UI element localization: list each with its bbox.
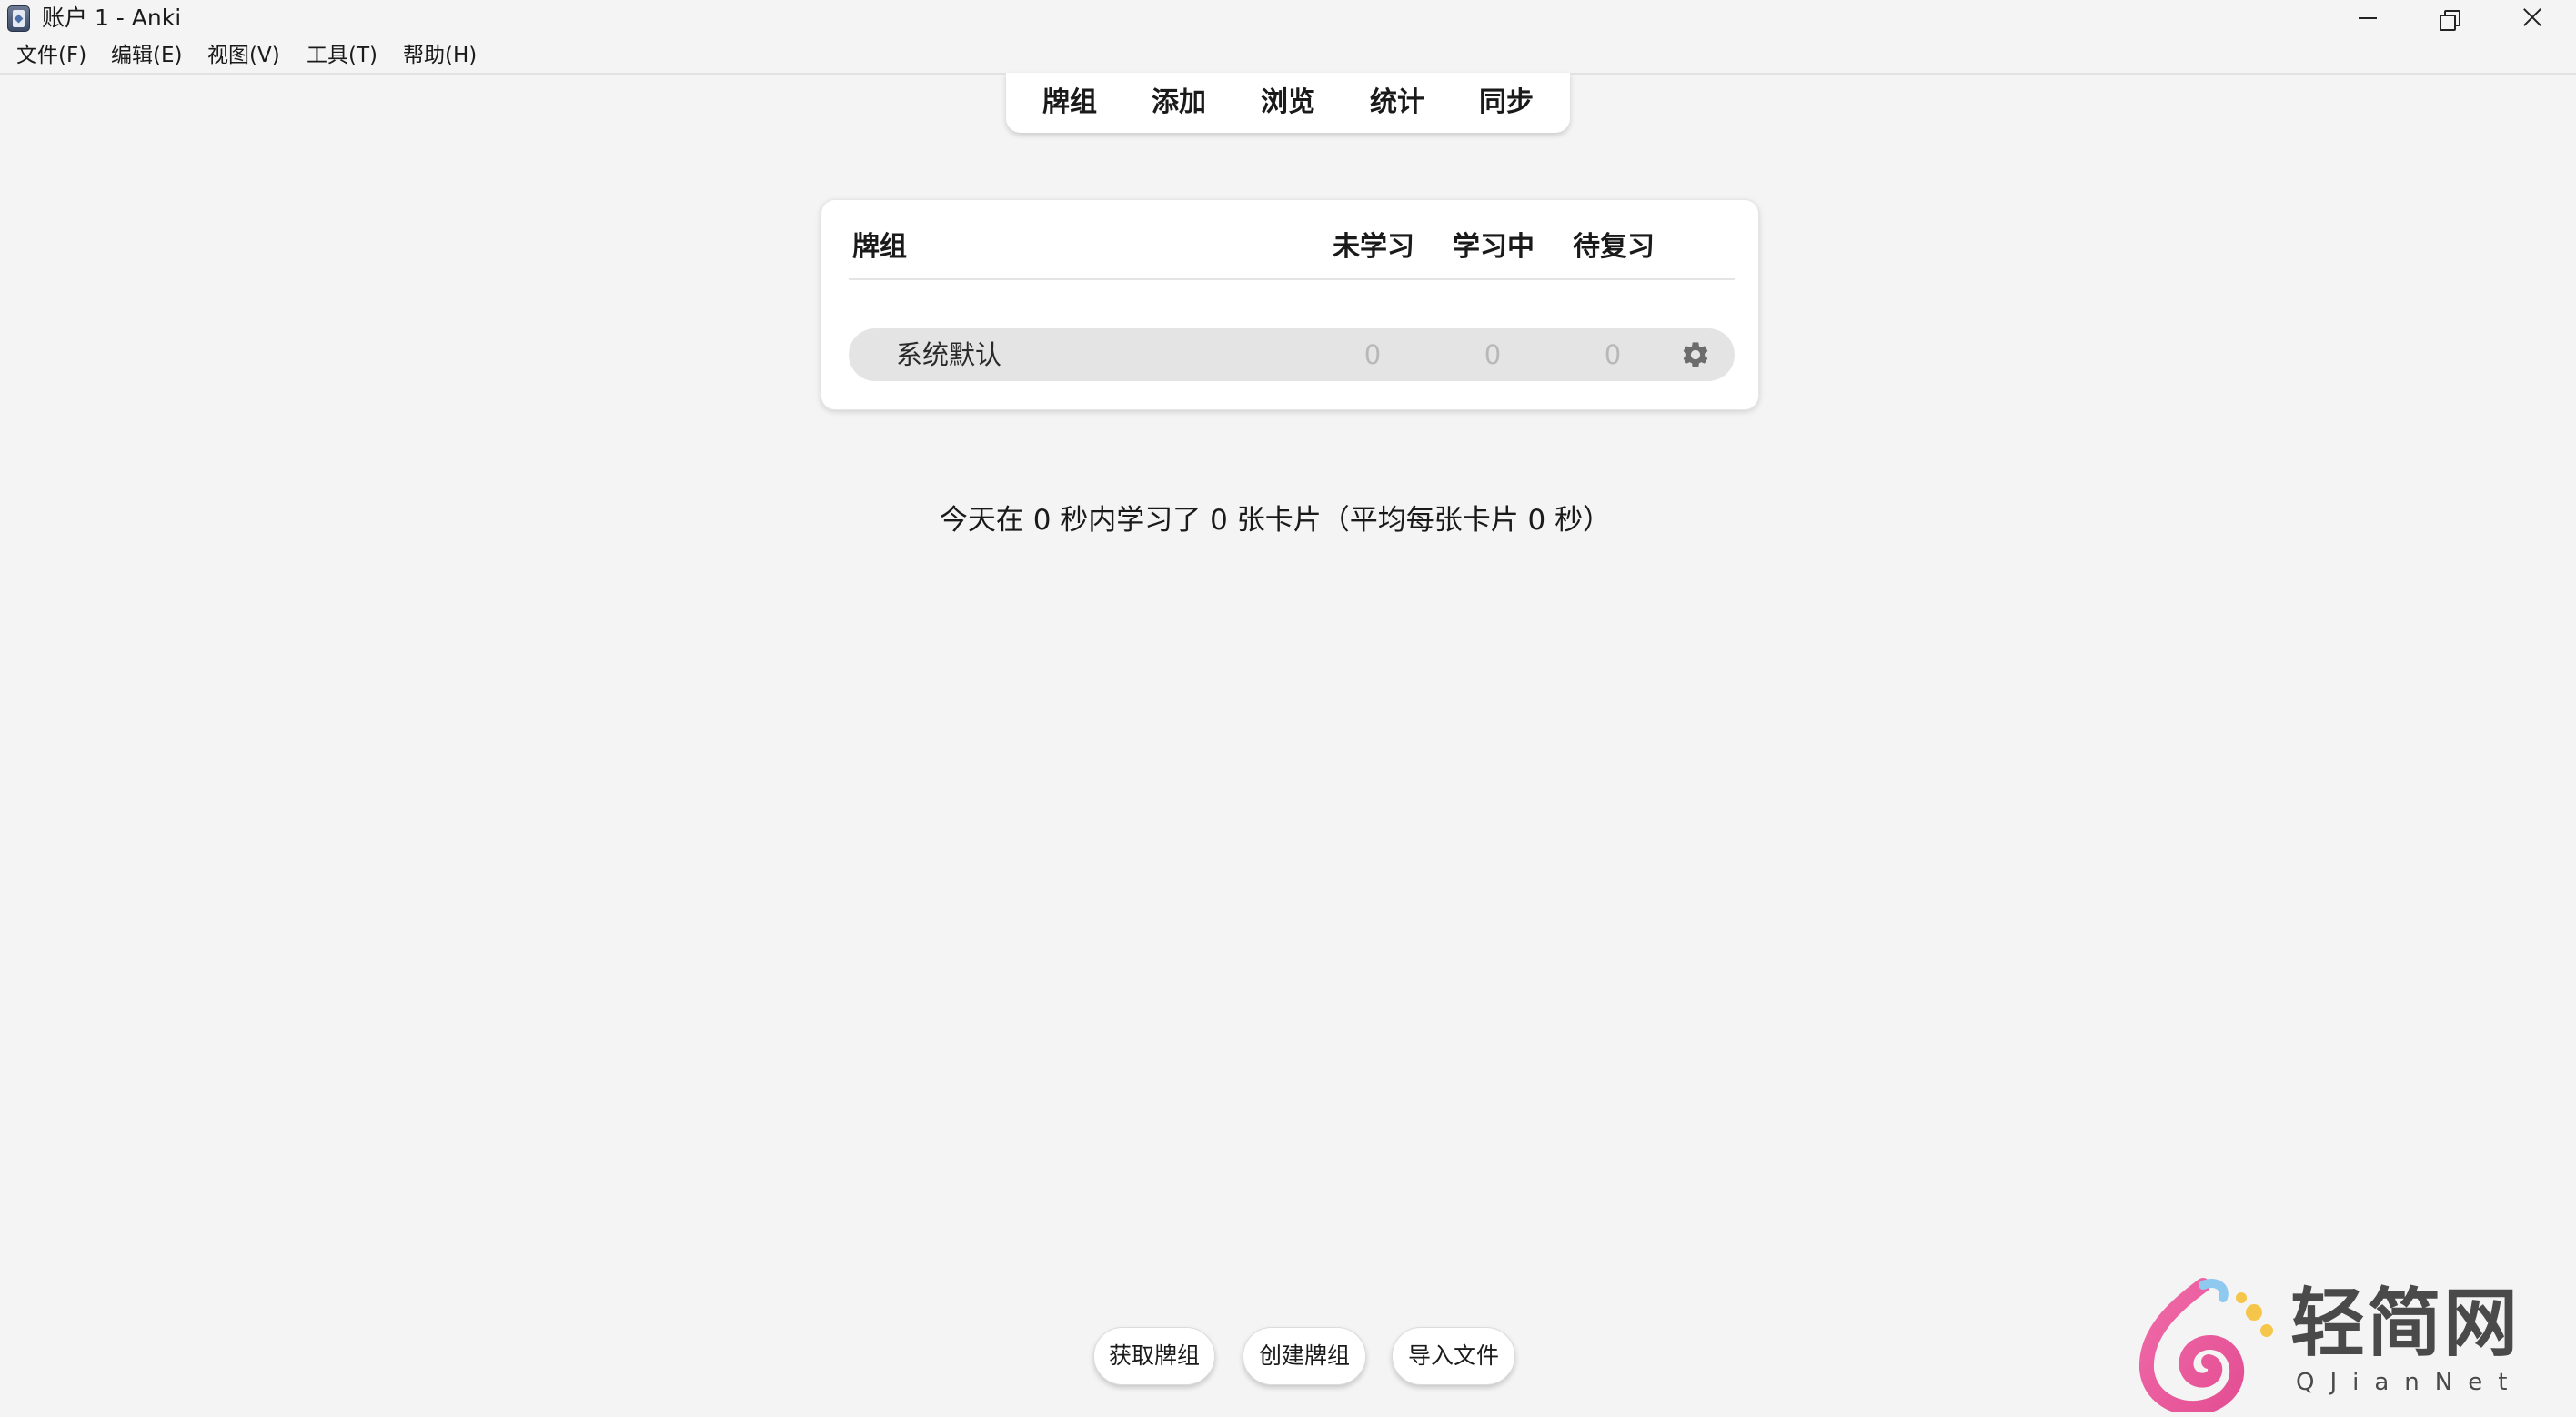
minimize-button[interactable] xyxy=(2327,0,2409,36)
main-toolbar: 牌组 添加 浏览 统计 同步 xyxy=(1006,73,1570,133)
create-deck-button[interactable]: 创建牌组 xyxy=(1243,1327,1366,1385)
deck-due-count: 0 xyxy=(1604,339,1622,370)
header-divider xyxy=(849,278,1735,280)
watermark-swirl-icon xyxy=(2138,1278,2273,1416)
restore-button[interactable] xyxy=(2409,0,2490,36)
menu-edit[interactable]: 编辑(E) xyxy=(111,42,182,69)
deck-column-header: 牌组 xyxy=(852,231,907,263)
menu-bar: 文件(F) 编辑(E) 视图(V) 工具(T) 帮助(H) xyxy=(0,38,2576,75)
menu-file[interactable]: 文件(F) xyxy=(16,42,86,69)
import-file-button[interactable]: 导入文件 xyxy=(1392,1327,1515,1385)
window-title: 账户 1 - Anki xyxy=(42,5,182,31)
new-column-header: 未学习 xyxy=(1333,231,1414,263)
learning-column-header: 学习中 xyxy=(1453,231,1535,263)
tab-decks[interactable]: 牌组 xyxy=(1042,86,1097,119)
anki-app-icon xyxy=(7,5,30,32)
deck-learning-count: 0 xyxy=(1484,339,1502,370)
due-column-header: 待复习 xyxy=(1573,231,1655,263)
study-summary: 今天在 0 秒内学习了 0 张卡片（平均每张卡片 0 秒） xyxy=(0,502,2576,538)
deck-row[interactable]: 系统默认 0 0 0 xyxy=(849,328,1735,381)
tab-browse[interactable]: 浏览 xyxy=(1261,86,1315,119)
title-bar: 账户 1 - Anki xyxy=(0,0,2576,36)
watermark-logo: 轻简网 QJianNet xyxy=(2138,1278,2549,1416)
deck-new-count: 0 xyxy=(1363,339,1382,370)
tab-add[interactable]: 添加 xyxy=(1152,86,1206,119)
get-shared-decks-button[interactable]: 获取牌组 xyxy=(1093,1327,1215,1385)
menu-tools[interactable]: 工具(T) xyxy=(307,42,377,69)
close-button[interactable] xyxy=(2490,0,2572,36)
deck-name[interactable]: 系统默认 xyxy=(896,338,1001,371)
menu-help[interactable]: 帮助(H) xyxy=(403,42,477,69)
watermark-text: 轻简网 xyxy=(2290,1280,2521,1367)
study-summary-text: 今天在 0 秒内学习了 0 张卡片（平均每张卡片 0 秒） xyxy=(939,504,1612,537)
deck-list-card: 牌组 未学习 学习中 待复习 系统默认 0 0 0 xyxy=(820,199,1759,410)
tab-sync[interactable]: 同步 xyxy=(1479,86,1534,119)
tab-stats[interactable]: 统计 xyxy=(1370,86,1424,119)
menu-view[interactable]: 视图(V) xyxy=(207,42,280,69)
watermark-subtext: QJianNet xyxy=(2296,1369,2523,1396)
gear-icon[interactable] xyxy=(1680,339,1711,370)
